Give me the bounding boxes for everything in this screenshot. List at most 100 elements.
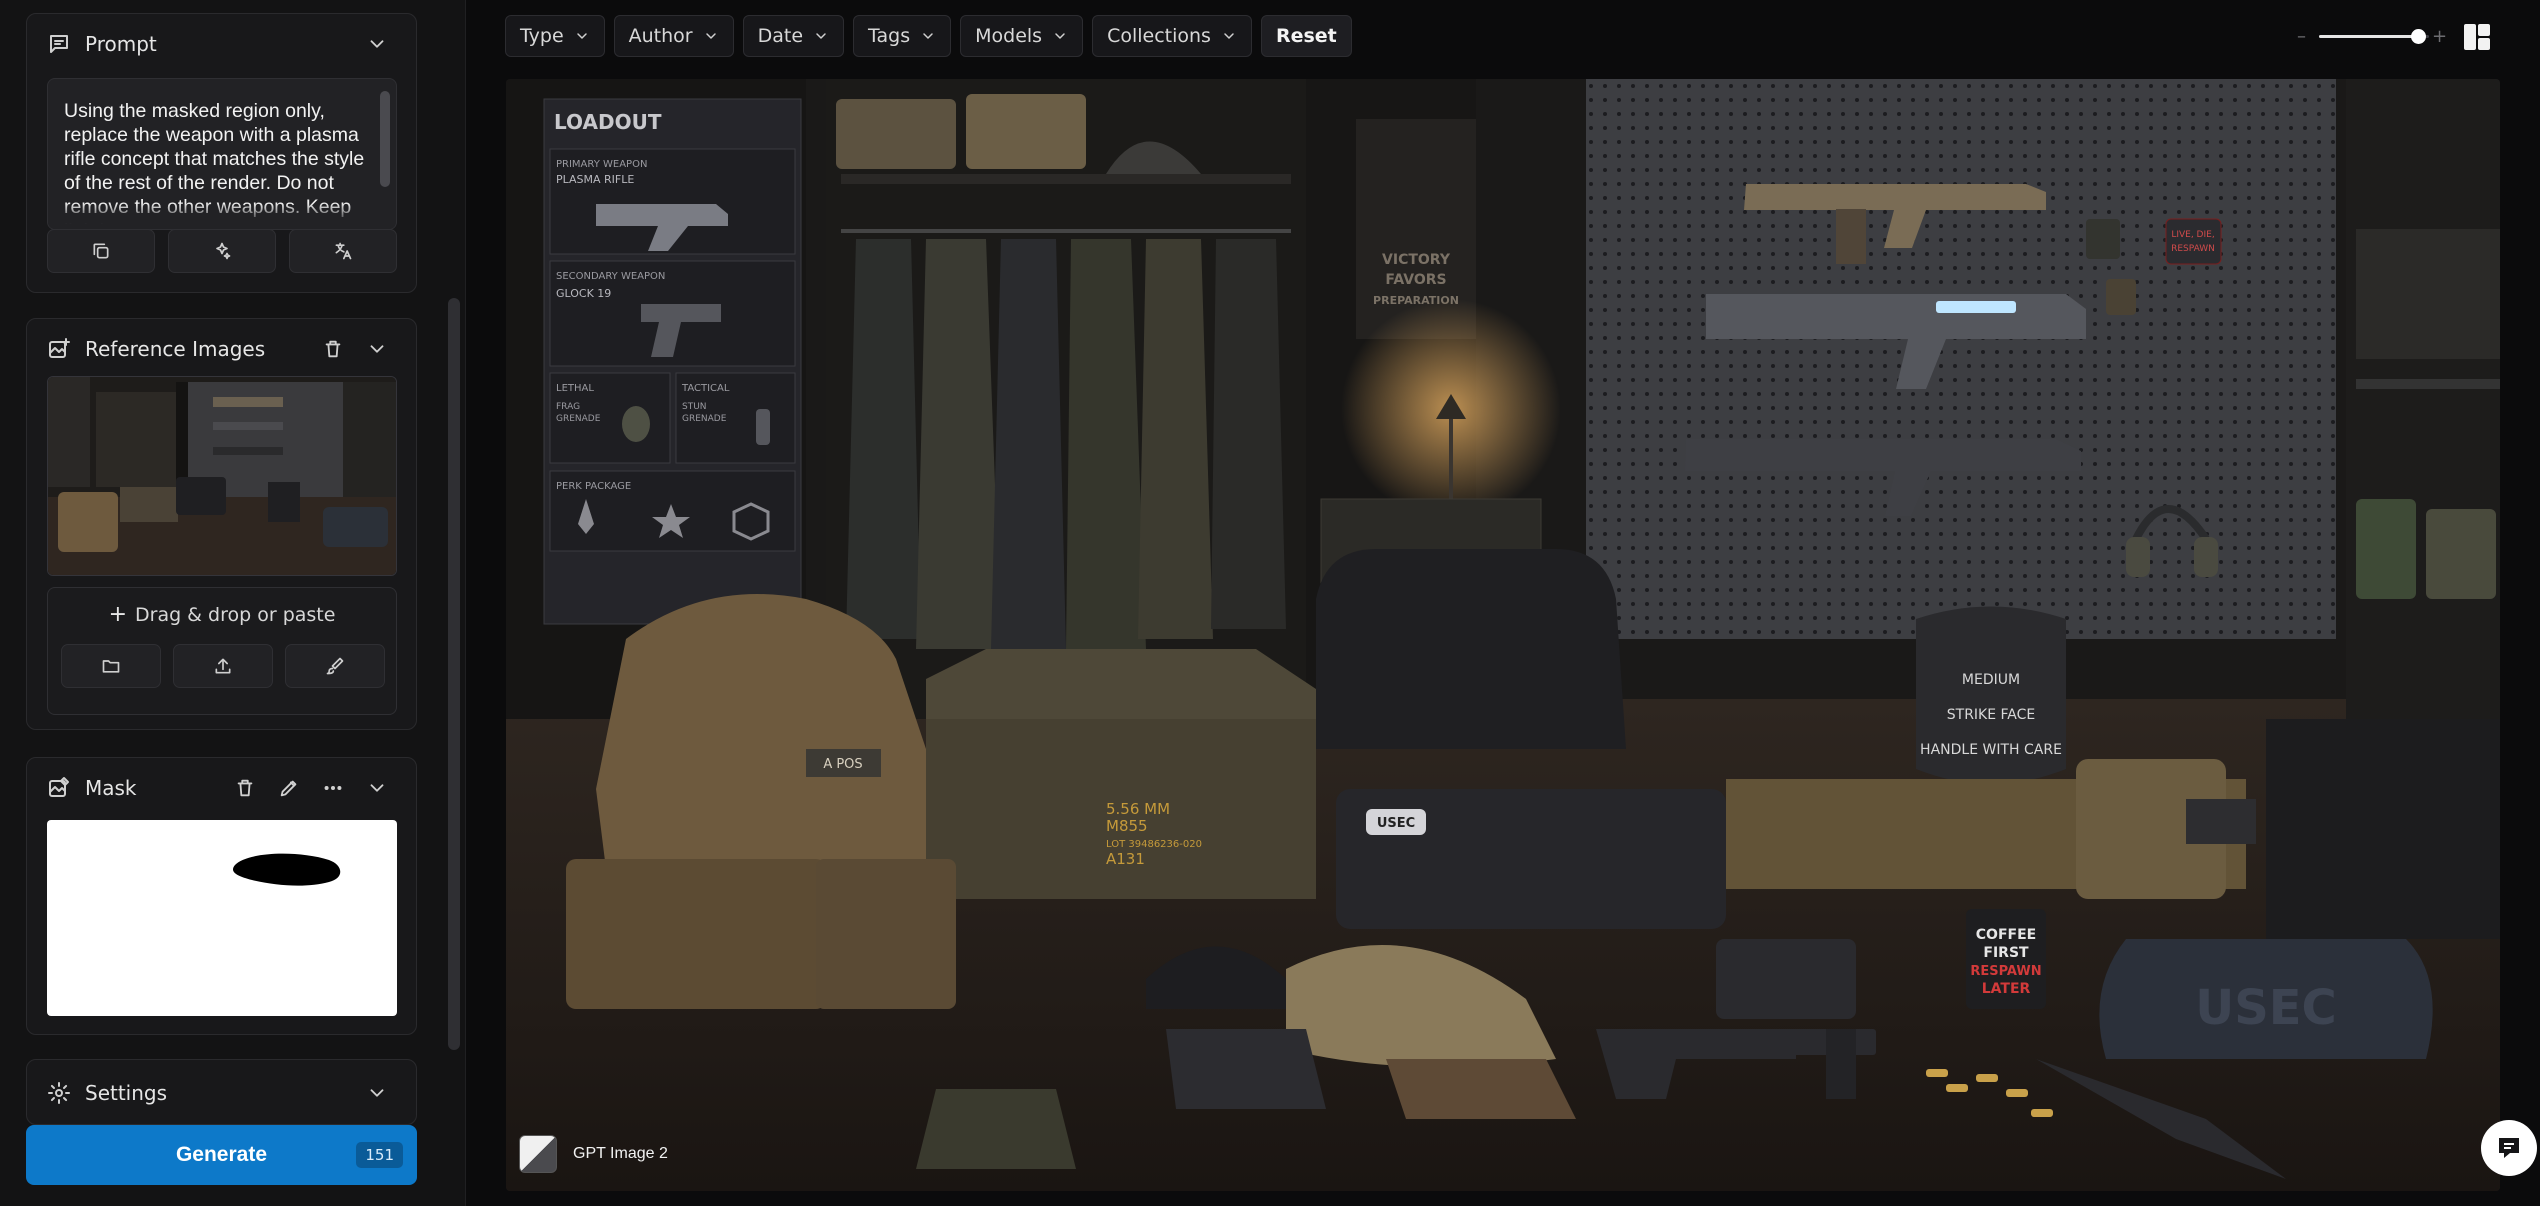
filter-type[interactable]: Type: [505, 15, 605, 57]
filter-date[interactable]: Date: [742, 15, 845, 57]
crate-line-4: A131: [1106, 850, 1145, 868]
reference-dropzone[interactable]: + Drag & drop or paste: [47, 587, 397, 715]
mask-stroke: [232, 853, 341, 886]
chevron-down-icon[interactable]: [358, 25, 396, 63]
reference-images-title: Reference Images: [85, 337, 266, 361]
filter-label: Date: [757, 25, 804, 47]
prompt-title: Prompt: [85, 32, 157, 56]
translate-prompt-button[interactable]: [289, 229, 397, 273]
model-name: GPT Image 2: [573, 1145, 668, 1162]
layout-grid-button[interactable]: [2462, 22, 2492, 52]
chevron-down-icon[interactable]: [358, 330, 396, 368]
filter-tags[interactable]: Tags: [853, 15, 952, 57]
primary-label: PRIMARY WEAPON: [556, 159, 647, 170]
main-area: Type Author Date Tags Models Collections…: [467, 0, 2540, 1206]
gear-icon: [47, 1081, 71, 1105]
tactical-label: TACTICAL: [681, 383, 730, 394]
filter-label: Models: [975, 25, 1043, 47]
settings-panel: Settings: [26, 1059, 417, 1125]
filter-author[interactable]: Author: [613, 15, 734, 57]
message-icon: [47, 32, 71, 56]
filter-label: Type: [520, 25, 564, 47]
model-tag: GPT Image 2: [519, 1135, 668, 1173]
prompt-scrollbar[interactable]: [380, 91, 390, 187]
plus-icon: +: [108, 602, 127, 627]
prompt-textarea[interactable]: Using the masked region only, replace th…: [47, 78, 397, 230]
chat-icon: [2499, 1138, 2519, 1158]
zoom-slider[interactable]: – +: [2297, 20, 2447, 54]
trash-icon[interactable]: [314, 330, 352, 368]
zoom-handle[interactable]: [2411, 29, 2426, 44]
zoom-fill: [2319, 35, 2418, 38]
zoom-track[interactable]: [2319, 29, 2429, 44]
trash-icon[interactable]: [226, 769, 264, 807]
enhance-prompt-button[interactable]: [168, 229, 276, 273]
mask-header[interactable]: Mask: [27, 758, 416, 818]
zoom-minus-icon[interactable]: –: [2297, 26, 2306, 47]
more-icon[interactable]: [314, 769, 352, 807]
draw-reference-button[interactable]: [285, 644, 385, 688]
mask-panel: Mask: [26, 757, 417, 1035]
sidebar-scrollbar[interactable]: [448, 298, 460, 1050]
chevron-down-icon: [1224, 33, 1234, 39]
enhance-icon: [216, 242, 231, 260]
chevron-down-icon: [816, 33, 826, 39]
settings-header[interactable]: Settings: [27, 1060, 416, 1126]
filter-models[interactable]: Models: [960, 15, 1084, 57]
crate-line-2: M855: [1106, 817, 1148, 835]
reference-image-thumbnail[interactable]: [47, 376, 397, 576]
browse-folder-button[interactable]: [61, 644, 161, 688]
copy-prompt-button[interactable]: [47, 229, 155, 273]
brush-icon: [326, 657, 344, 675]
filter-label: Author: [628, 25, 693, 47]
mask-image-icon: [47, 776, 71, 800]
filter-label: Collections: [1107, 25, 1211, 47]
case-patch: USEC: [1377, 816, 1415, 831]
folder-icon: [102, 660, 120, 673]
generate-button[interactable]: Generate 151: [26, 1125, 417, 1185]
prompt-tools: [47, 229, 397, 273]
chevron-down-icon[interactable]: [358, 1074, 396, 1112]
plate-line-3: HANDLE WITH CARE: [1920, 742, 2062, 758]
svg-text:GRENADE: GRENADE: [556, 414, 601, 424]
crate-line-3: LOT 39486236-020: [1106, 839, 1202, 850]
chevron-down-icon: [923, 33, 933, 39]
secondary-label: SECONDARY WEAPON: [556, 271, 665, 282]
primary-name: PLASMA RIFLE: [556, 173, 634, 186]
filter-collections[interactable]: Collections: [1092, 15, 1252, 57]
vest-patch: A POS: [823, 757, 862, 772]
bag-text: USEC: [2195, 980, 2337, 1036]
credit-badge: 151: [356, 1142, 403, 1168]
tactical-name: STUN: [682, 402, 707, 412]
reference-image: [48, 377, 396, 575]
reference-images-header[interactable]: Reference Images: [27, 319, 416, 379]
crate-line-1: 5.56 MM: [1106, 800, 1170, 818]
copy-icon: [93, 243, 109, 259]
reset-button[interactable]: Reset: [1260, 15, 1352, 57]
generated-image[interactable]: LOADOUT PRIMARY WEAPON PLASMA RIFLE SECO…: [506, 79, 2500, 1191]
settings-title: Settings: [85, 1081, 168, 1105]
prompt-panel: Prompt Using the masked region only, rep…: [26, 13, 417, 293]
filter-bar: Type Author Date Tags Models Collections…: [505, 15, 1352, 57]
lethal-label: LETHAL: [556, 383, 594, 394]
chevron-down-icon: [1055, 33, 1065, 39]
mug-line-4: LATER: [1982, 981, 2031, 997]
secondary-name: GLOCK 19: [556, 287, 611, 300]
reference-images-panel: Reference Images + Drag & drop or paste: [26, 318, 417, 730]
upload-button[interactable]: [173, 644, 273, 688]
mug-line-1: COFFEE: [1976, 927, 2036, 943]
armory-scene: LOADOUT PRIMARY WEAPON PLASMA RIFLE SECO…: [506, 79, 2500, 1191]
plate-line-1: MEDIUM: [1962, 672, 2020, 688]
reference-actions: [61, 644, 385, 688]
chevron-down-icon[interactable]: [358, 769, 396, 807]
pencil-icon[interactable]: [270, 769, 308, 807]
patch-line-1: LIVE, DIE,: [2171, 230, 2214, 240]
zoom-plus-icon[interactable]: +: [2432, 26, 2447, 47]
upload-icon: [215, 658, 231, 674]
prompt-panel-header[interactable]: Prompt: [27, 14, 416, 74]
image-plus-icon: [47, 337, 71, 361]
filter-label: Tags: [868, 25, 911, 47]
chat-button[interactable]: [2481, 1120, 2537, 1176]
lethal-name: FRAG: [556, 402, 580, 412]
mask-canvas[interactable]: [47, 820, 397, 1016]
